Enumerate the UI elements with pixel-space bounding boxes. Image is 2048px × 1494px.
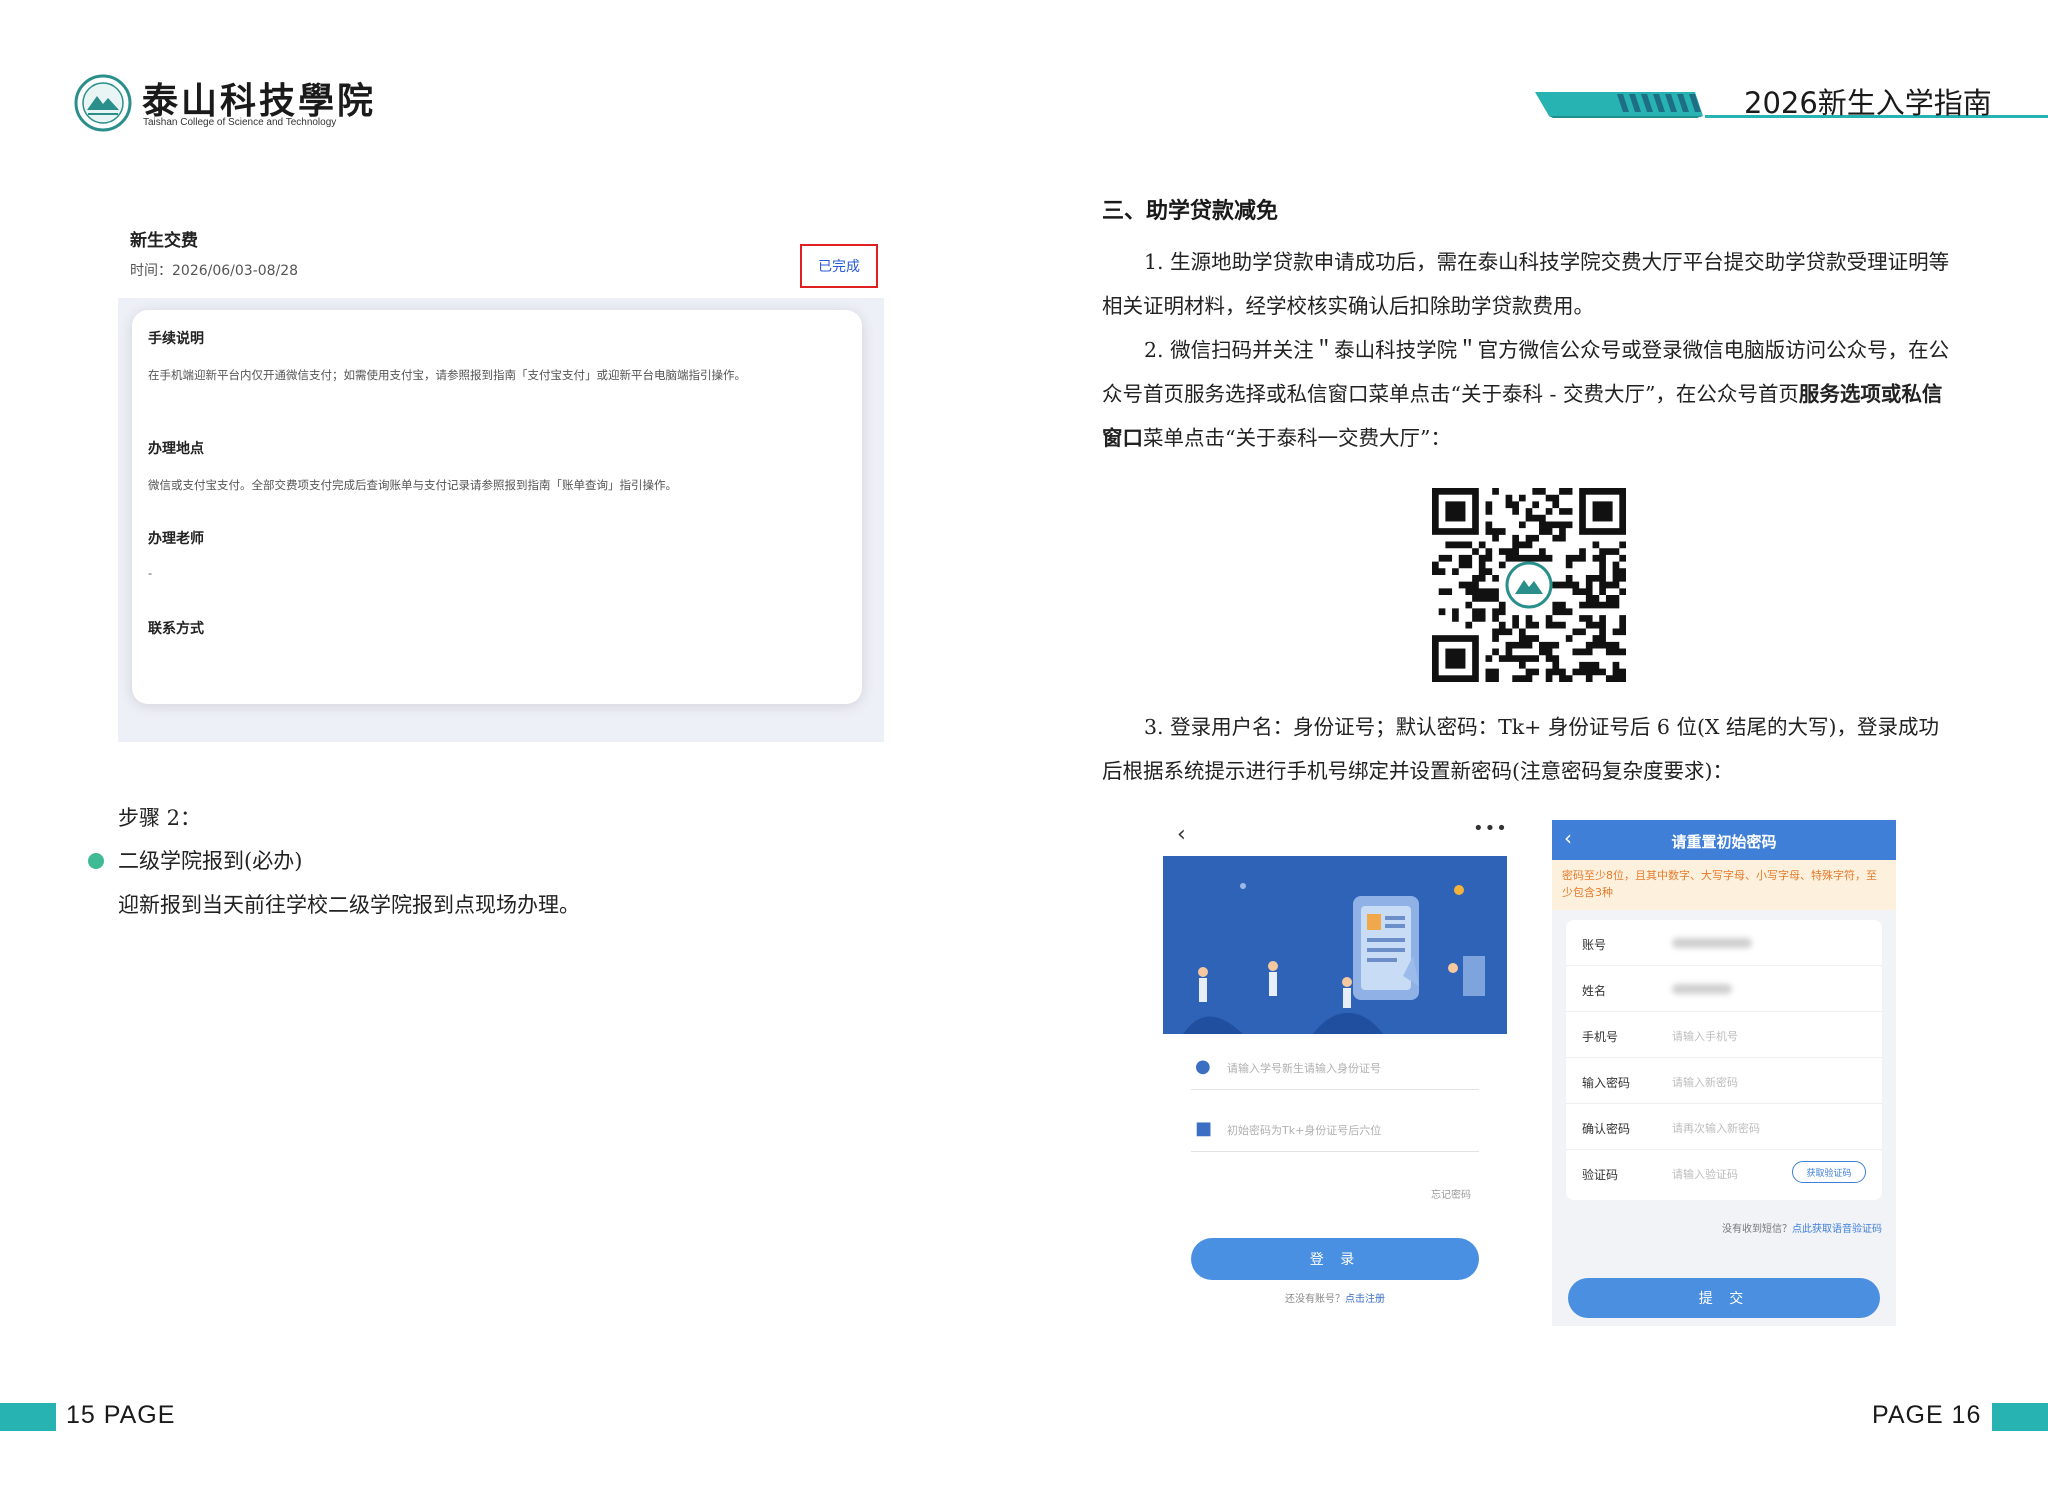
get-code-button[interactable]: 获取验证码 [1792,1161,1866,1183]
paragraph-2: 2. 微信扫码并关注＂泰山科技学院＂官方微信公众号或登录微信电脑版访问公众号，在… [1102,328,1952,460]
confirm-password-input[interactable]: 请再次输入新密码 [1672,1120,1760,1136]
fee-time: 时间：2026/06/03-08/28 [130,263,299,279]
fee-payment-screenshot: 新生交费 时间：2026/06/03-08/28 已完成 手续说明 在手机端迎新… [118,218,884,742]
blurred-value [1672,984,1732,994]
page-number-left: 15 PAGE [66,1401,176,1429]
fee-info-card: 手续说明 在手机端迎新平台内仅开通微信支付；如需使用支付宝，请参照报到指南「支付… [132,310,862,704]
step2-label: 步骤 2： [118,806,202,830]
more-icon[interactable]: ••• [1473,818,1508,839]
voice-code-link[interactable]: 点此获取语音验证码 [1792,1224,1882,1235]
phone-input[interactable]: 请输入手机号 [1672,1028,1738,1044]
row-label: 姓名 [1582,984,1607,998]
page-number-right: PAGE 16 [1872,1401,1982,1429]
hint-text: 没有收到短信？ [1722,1224,1792,1235]
fee-section-text: 微信或支付宝支付。全部交费项支付完成后查询账单与支付记录请参照报到指南「账单查询… [148,478,677,492]
blurred-value [1672,938,1752,948]
fee-section-heading: 联系方式 [148,621,204,637]
login-button[interactable]: 登 录 [1191,1238,1479,1280]
section-title: 三、助学贷款减免 [1102,199,1279,224]
paragraph-2-tail: 菜单点击“关于泰科一交费大厅”： [1143,426,1451,450]
lock-icon: ■ [1195,1118,1213,1139]
reset-form: 账号 姓名 手机号 请输入手机号 输入密码 请输入新密码 确认密码 请再次输入新… [1566,920,1882,1200]
password-rule-warning: 密码至少8位，且其中数字、大写字母、小写字母、特殊字符，至少包含3种 [1552,860,1896,910]
fee-section-heading: 手续说明 [148,331,204,347]
reset-title: 请重置初始密码 [1671,833,1777,851]
reset-password-screenshot: ‹ 请重置初始密码 密码至少8位，且其中数字、大写字母、小写字母、特殊字符，至少… [1552,820,1896,1326]
form-row-account: 账号 [1566,920,1882,966]
school-name-en: Taishan College of Science and Technolog… [143,117,337,128]
login-banner-illustration [1163,856,1507,1034]
username-field[interactable]: ● 请输入学号新生请输入身份证号 [1191,1046,1479,1090]
verification-code-input[interactable]: 请输入验证码 [1672,1166,1738,1182]
form-row-code[interactable]: 验证码 请输入验证码 获取验证码 [1566,1150,1882,1196]
row-label: 确认密码 [1582,1122,1631,1136]
form-row-phone[interactable]: 手机号 请输入手机号 [1566,1012,1882,1058]
password-field[interactable]: ■ 初始密码为Tk+身份证号后六位 [1191,1108,1479,1152]
form-row-password[interactable]: 输入密码 请输入新密码 [1566,1058,1882,1104]
form-row-name: 姓名 [1566,966,1882,1012]
row-label: 输入密码 [1582,1076,1631,1090]
wechat-qr-code [1432,488,1626,682]
register-prompt: 还没有账号？点击注册 [1163,1290,1507,1305]
row-label: 手机号 [1582,1030,1619,1044]
row-label: 验证码 [1582,1168,1619,1182]
fee-section-text: 在手机端迎新平台内仅开通微信支付；如需使用支付宝，请参照报到指南「支付宝支付」或… [148,368,746,382]
register-link[interactable]: 点击注册 [1345,1294,1385,1305]
step2-description: 迎新报到当天前往学校二级学院报到点现场办理。 [118,893,580,917]
submit-button[interactable]: 提 交 [1568,1278,1880,1318]
voice-code-hint: 没有收到短信？点此获取语音验证码 [1552,1220,1882,1235]
fee-section-heading: 办理地点 [148,441,204,457]
forgot-password-link[interactable]: 忘记密码 [1431,1186,1471,1201]
fee-section-heading: 办理老师 [148,531,204,547]
user-icon: ● [1195,1056,1211,1077]
paragraph-1: 1. 生源地助学贷款申请成功后，需在泰山科技学院交费大厅平台提交助学贷款受理证明… [1102,250,1950,318]
username-placeholder: 请输入学号新生请输入身份证号 [1227,1062,1381,1075]
row-label: 账号 [1582,938,1607,952]
footer-bar-left [0,1403,56,1431]
fee-status-badge: 已完成 [800,244,878,288]
fee-title: 新生交费 [130,231,198,251]
reset-header: ‹ 请重置初始密码 [1552,820,1896,860]
step2-bullet: 二级学院报到(必办) [118,849,303,873]
form-row-confirm[interactable]: 确认密码 请再次输入新密码 [1566,1104,1882,1150]
register-prompt-text: 还没有账号？ [1285,1294,1345,1305]
paragraph-3: 3. 登录用户名：身份证号；默认密码：Tk+ 身份证号后 6 位(X 结尾的大写… [1102,715,1940,783]
guide-title: 2026新生入学指南 [1744,86,1992,120]
fee-section-text: - [148,566,153,580]
login-screenshot: ‹ ••• ● 请输入学号新生请输入身份证号 ■ 初始密码为Tk+身份证号后六位… [1163,818,1507,1314]
footer-bar-right [1992,1403,2048,1431]
back-icon[interactable]: ‹ [1177,822,1186,847]
bullet-dot-icon [88,853,104,869]
new-password-input[interactable]: 请输入新密码 [1672,1074,1738,1090]
school-logo [74,74,132,132]
password-placeholder: 初始密码为Tk+身份证号后六位 [1227,1124,1382,1137]
